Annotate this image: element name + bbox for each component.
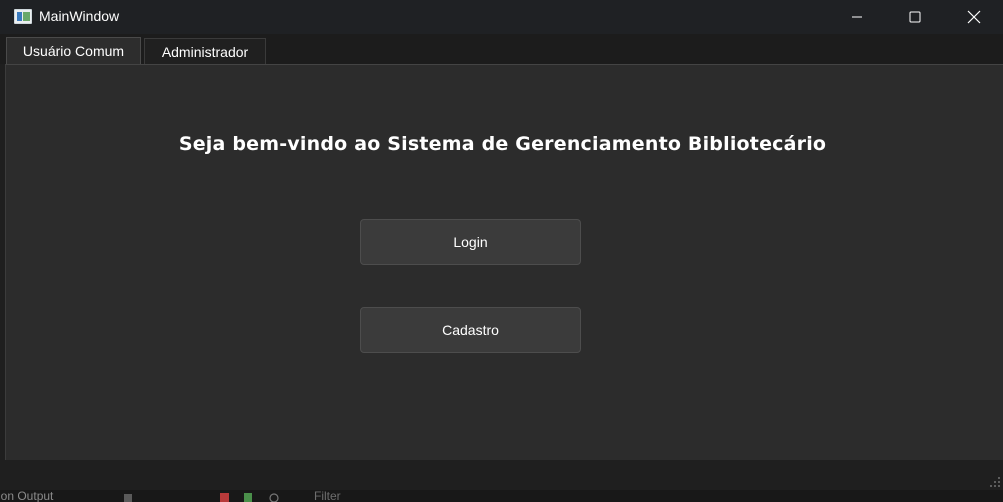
main-window: MainWindow Usuário Comum Administrador S… xyxy=(0,0,1003,490)
close-icon xyxy=(967,10,981,24)
maximize-icon xyxy=(909,11,921,23)
login-button[interactable]: Login xyxy=(360,219,581,265)
close-button[interactable] xyxy=(945,0,1003,34)
background-toolbar-icons xyxy=(124,493,279,502)
welcome-heading: Seja bem-vindo ao Sistema de Gerenciamen… xyxy=(178,133,827,155)
minimize-icon xyxy=(852,16,862,18)
background-filter-label: Filter xyxy=(314,490,341,502)
tab-usuario-comum[interactable]: Usuário Comum xyxy=(6,37,141,64)
tab-content-pane: Seja bem-vindo ao Sistema de Gerenciamen… xyxy=(5,64,1003,460)
maximize-button[interactable] xyxy=(886,0,944,34)
title-bar[interactable]: MainWindow xyxy=(0,0,1003,34)
window-title: MainWindow xyxy=(39,8,120,24)
app-icon xyxy=(14,9,32,24)
tab-bar: Usuário Comum Administrador xyxy=(0,34,1003,65)
cadastro-button[interactable]: Cadastro xyxy=(360,307,581,353)
background-panel-label: ion Output xyxy=(0,490,54,502)
tab-administrador[interactable]: Administrador xyxy=(144,38,266,65)
status-bar xyxy=(0,460,1003,490)
resize-grip-icon[interactable] xyxy=(989,476,1001,488)
background-ide-strip: ion Output Filter xyxy=(0,490,1003,502)
minimize-button[interactable] xyxy=(828,0,886,34)
